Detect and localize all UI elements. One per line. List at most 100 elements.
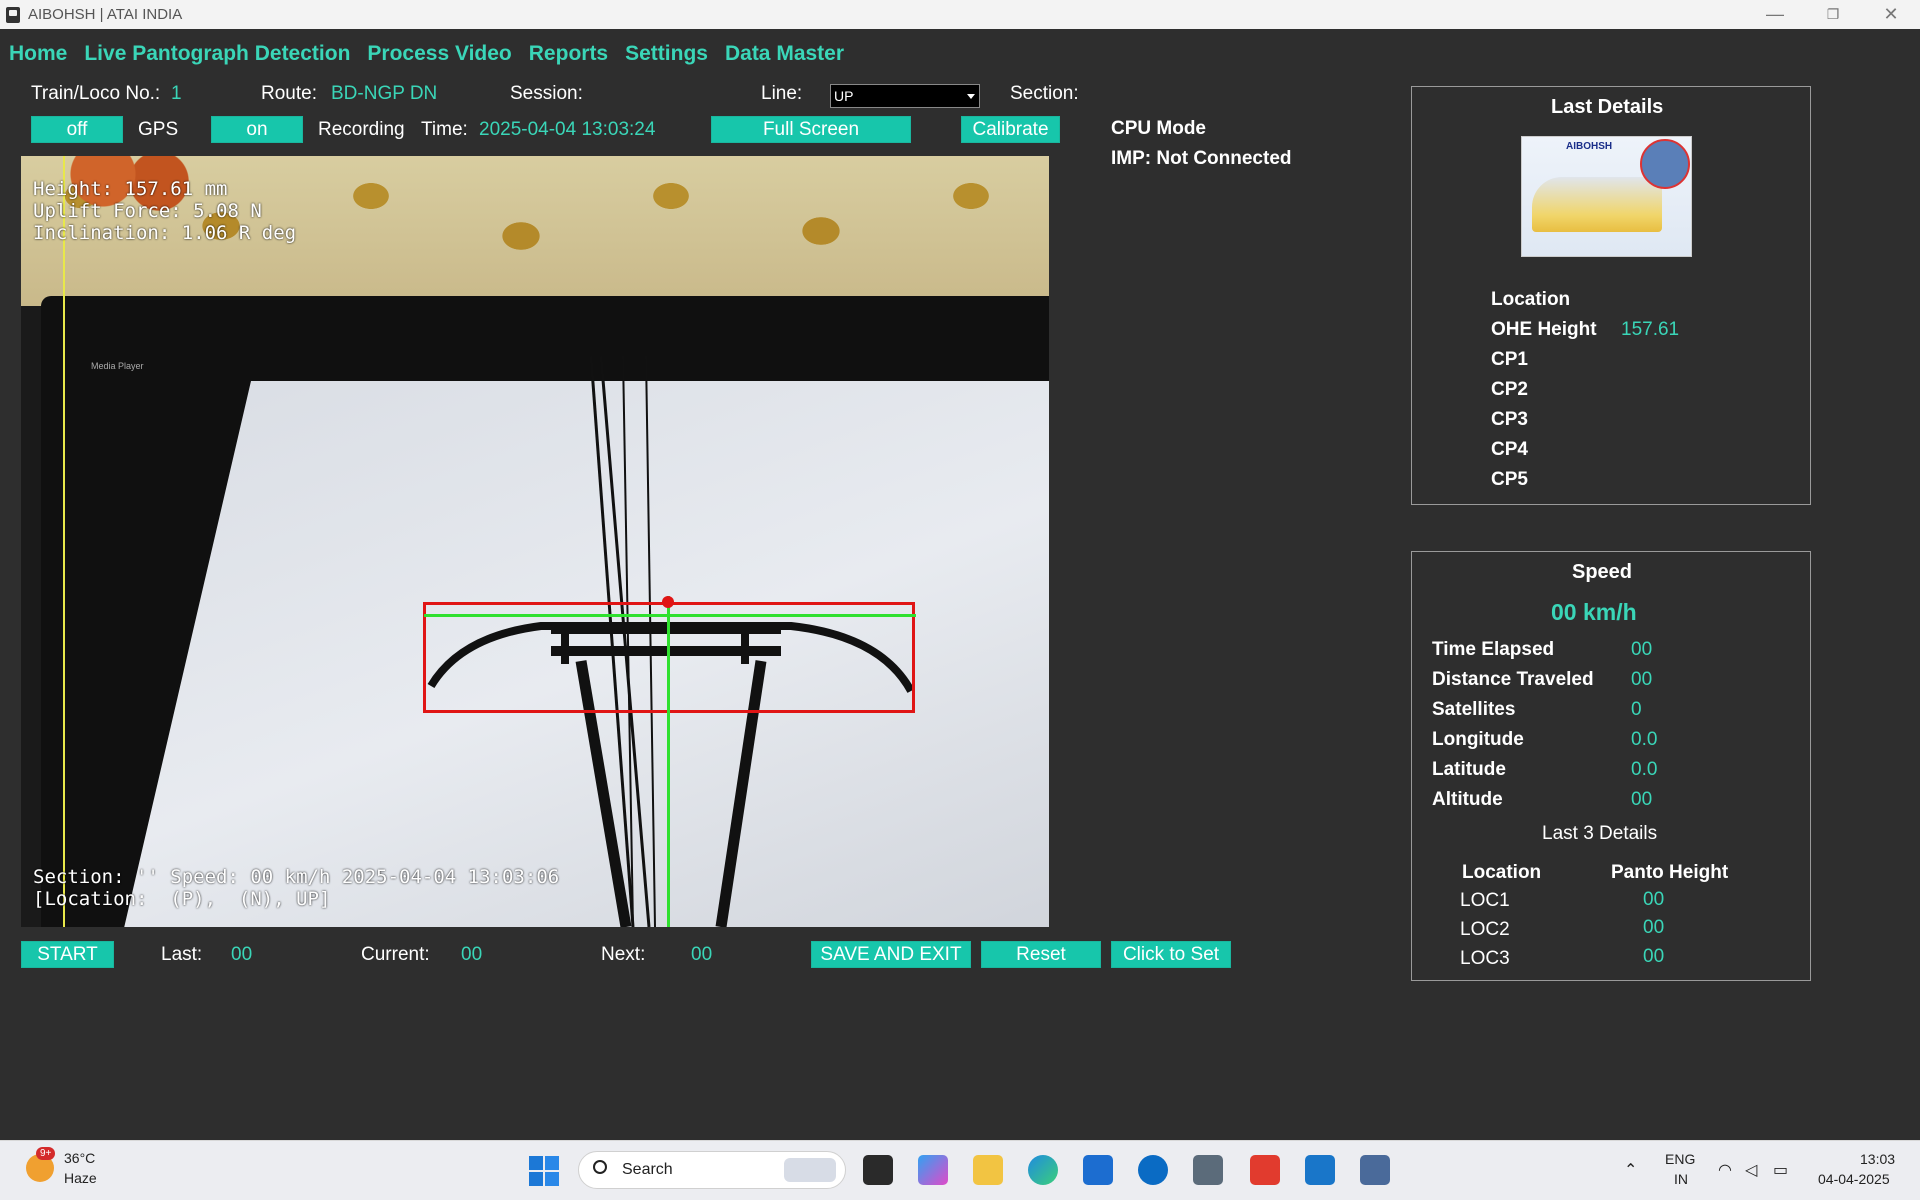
full-screen-button[interactable]: Full Screen <box>711 116 911 143</box>
cpu-mode-status: CPU Mode <box>1111 118 1206 139</box>
logo-train-image <box>1532 177 1662 232</box>
train-label: Train/Loco No.: <box>31 83 161 104</box>
cp5-label: CP5 <box>1491 469 1528 490</box>
section-label: Section: <box>1010 83 1079 104</box>
title-bar: AIBOHSH | ATAI INDIA — ❐ ✕ <box>0 0 1920 29</box>
save-and-exit-button[interactable]: SAVE AND EXIT <box>811 941 971 968</box>
time-elapsed-label: Time Elapsed <box>1432 639 1555 660</box>
distance-traveled-label: Distance Traveled <box>1432 669 1594 690</box>
altitude-label: Altitude <box>1432 789 1503 810</box>
current-label: Current: <box>361 944 430 965</box>
menu-home[interactable]: Home <box>9 42 67 66</box>
menu-settings[interactable]: Settings <box>625 42 708 66</box>
menu-bar: Home Live Pantograph Detection Process V… <box>0 29 1920 79</box>
column-panto-height: Panto Height <box>1611 862 1729 883</box>
column-location: Location <box>1462 862 1542 883</box>
taskbar-search-box[interactable]: Search <box>578 1151 846 1189</box>
satellites-label: Satellites <box>1432 699 1516 720</box>
loc3-value: 00 <box>1643 946 1665 967</box>
route-label: Route: <box>261 83 317 104</box>
weather-desc: Haze <box>64 1170 97 1186</box>
osd-location: [Location: (P), (N), UP] <box>33 888 331 910</box>
clock-time[interactable]: 13:03 <box>1860 1151 1895 1167</box>
loc2-label: LOC2 <box>1460 919 1510 940</box>
last-details-title: Last Details <box>1551 96 1664 118</box>
line-select[interactable]: UP <box>830 84 980 108</box>
longitude-label: Longitude <box>1432 729 1524 750</box>
minimize-button[interactable]: — <box>1746 0 1804 29</box>
edge-browser-icon[interactable] <box>1028 1155 1058 1185</box>
loc2-value: 00 <box>1643 917 1665 938</box>
time-elapsed-value: 00 <box>1631 639 1653 660</box>
last-value: 00 <box>231 944 253 965</box>
language-region[interactable]: IN <box>1674 1171 1688 1187</box>
python-app-icon[interactable] <box>1360 1155 1390 1185</box>
company-logo: AIBOHSH <box>1521 136 1692 257</box>
search-placeholder: Search <box>622 1161 673 1178</box>
copilot-icon[interactable] <box>918 1155 948 1185</box>
speed-title: Speed <box>1572 561 1633 583</box>
next-value: 00 <box>691 944 713 965</box>
session-label: Session: <box>510 83 583 104</box>
file-explorer-icon[interactable] <box>973 1155 1003 1185</box>
time-value: 2025-04-04 13:03:24 <box>479 119 656 140</box>
start-button[interactable]: START <box>21 941 114 968</box>
line-label: Line: <box>761 83 803 104</box>
dell-icon[interactable] <box>1138 1155 1168 1185</box>
chevron-down-icon <box>967 94 975 99</box>
wifi-icon[interactable]: ◠ <box>1718 1160 1732 1180</box>
menu-live-pantograph-detection[interactable]: Live Pantograph Detection <box>84 42 350 66</box>
search-icon <box>593 1160 607 1174</box>
satellites-value: 0 <box>1631 699 1642 720</box>
cp3-label: CP3 <box>1491 409 1528 430</box>
language-code[interactable]: ENG <box>1665 1151 1695 1167</box>
restore-button[interactable]: ❐ <box>1804 0 1862 29</box>
imp-status: IMP: Not Connected <box>1111 148 1292 169</box>
time-label: Time: <box>421 119 468 140</box>
gps-toggle-button[interactable]: off <box>31 116 123 143</box>
ohe-height-value: 157.61 <box>1621 319 1680 340</box>
app-icon <box>6 6 20 23</box>
video-feed[interactable]: Media Player Height: 157.61 mm Uplift Fo… <box>21 156 1049 927</box>
app-icon-generic[interactable] <box>1193 1155 1223 1185</box>
click-to-set-button[interactable]: Click to Set <box>1111 941 1231 968</box>
loc1-label: LOC1 <box>1460 890 1510 911</box>
calibrate-button[interactable]: Calibrate <box>961 116 1060 143</box>
pantograph-drawing <box>427 355 915 927</box>
menu-data-master[interactable]: Data Master <box>725 42 844 66</box>
battery-icon[interactable]: ▭ <box>1773 1160 1788 1180</box>
reset-button[interactable]: Reset <box>981 941 1101 968</box>
recording-toggle-button[interactable]: on <box>211 116 303 143</box>
train-value: 1 <box>171 83 182 104</box>
contact-point-marker <box>662 596 674 608</box>
distance-traveled-value: 00 <box>1631 669 1653 690</box>
vscode-icon[interactable] <box>1305 1155 1335 1185</box>
menu-reports[interactable]: Reports <box>529 42 608 66</box>
next-label: Next: <box>601 944 646 965</box>
current-value: 00 <box>461 944 483 965</box>
close-button[interactable]: ✕ <box>1862 0 1920 29</box>
task-view-icon[interactable] <box>863 1155 893 1185</box>
osd-uplift-force: Uplift Force: 5.08 N <box>33 200 262 222</box>
start-menu-icon[interactable] <box>529 1156 559 1186</box>
reference-line-yellow <box>63 156 65 927</box>
ohe-height-label: OHE Height <box>1491 319 1597 340</box>
location-label: Location <box>1491 289 1571 310</box>
line-select-value: UP <box>834 88 854 104</box>
anydesk-icon[interactable] <box>1250 1155 1280 1185</box>
latitude-label: Latitude <box>1432 759 1506 780</box>
last-3-details-title: Last 3 Details <box>1542 823 1658 844</box>
cp1-label: CP1 <box>1491 349 1528 370</box>
microsoft-store-icon[interactable] <box>1083 1155 1113 1185</box>
volume-icon[interactable]: ◁ <box>1745 1160 1757 1180</box>
clock-date[interactable]: 04-04-2025 <box>1818 1171 1890 1187</box>
chevron-up-icon[interactable]: ⌃ <box>1624 1160 1637 1180</box>
loc3-label: LOC3 <box>1460 948 1510 969</box>
reference-line-green-vertical <box>667 596 670 927</box>
speed-value: 00 km/h <box>1551 599 1637 625</box>
search-highlight-icon <box>784 1158 836 1182</box>
window-title: AIBOHSH | ATAI INDIA <box>28 6 183 23</box>
menu-process-video[interactable]: Process Video <box>367 42 511 66</box>
osd-height: Height: 157.61 mm <box>33 178 228 200</box>
cp4-label: CP4 <box>1491 439 1528 460</box>
